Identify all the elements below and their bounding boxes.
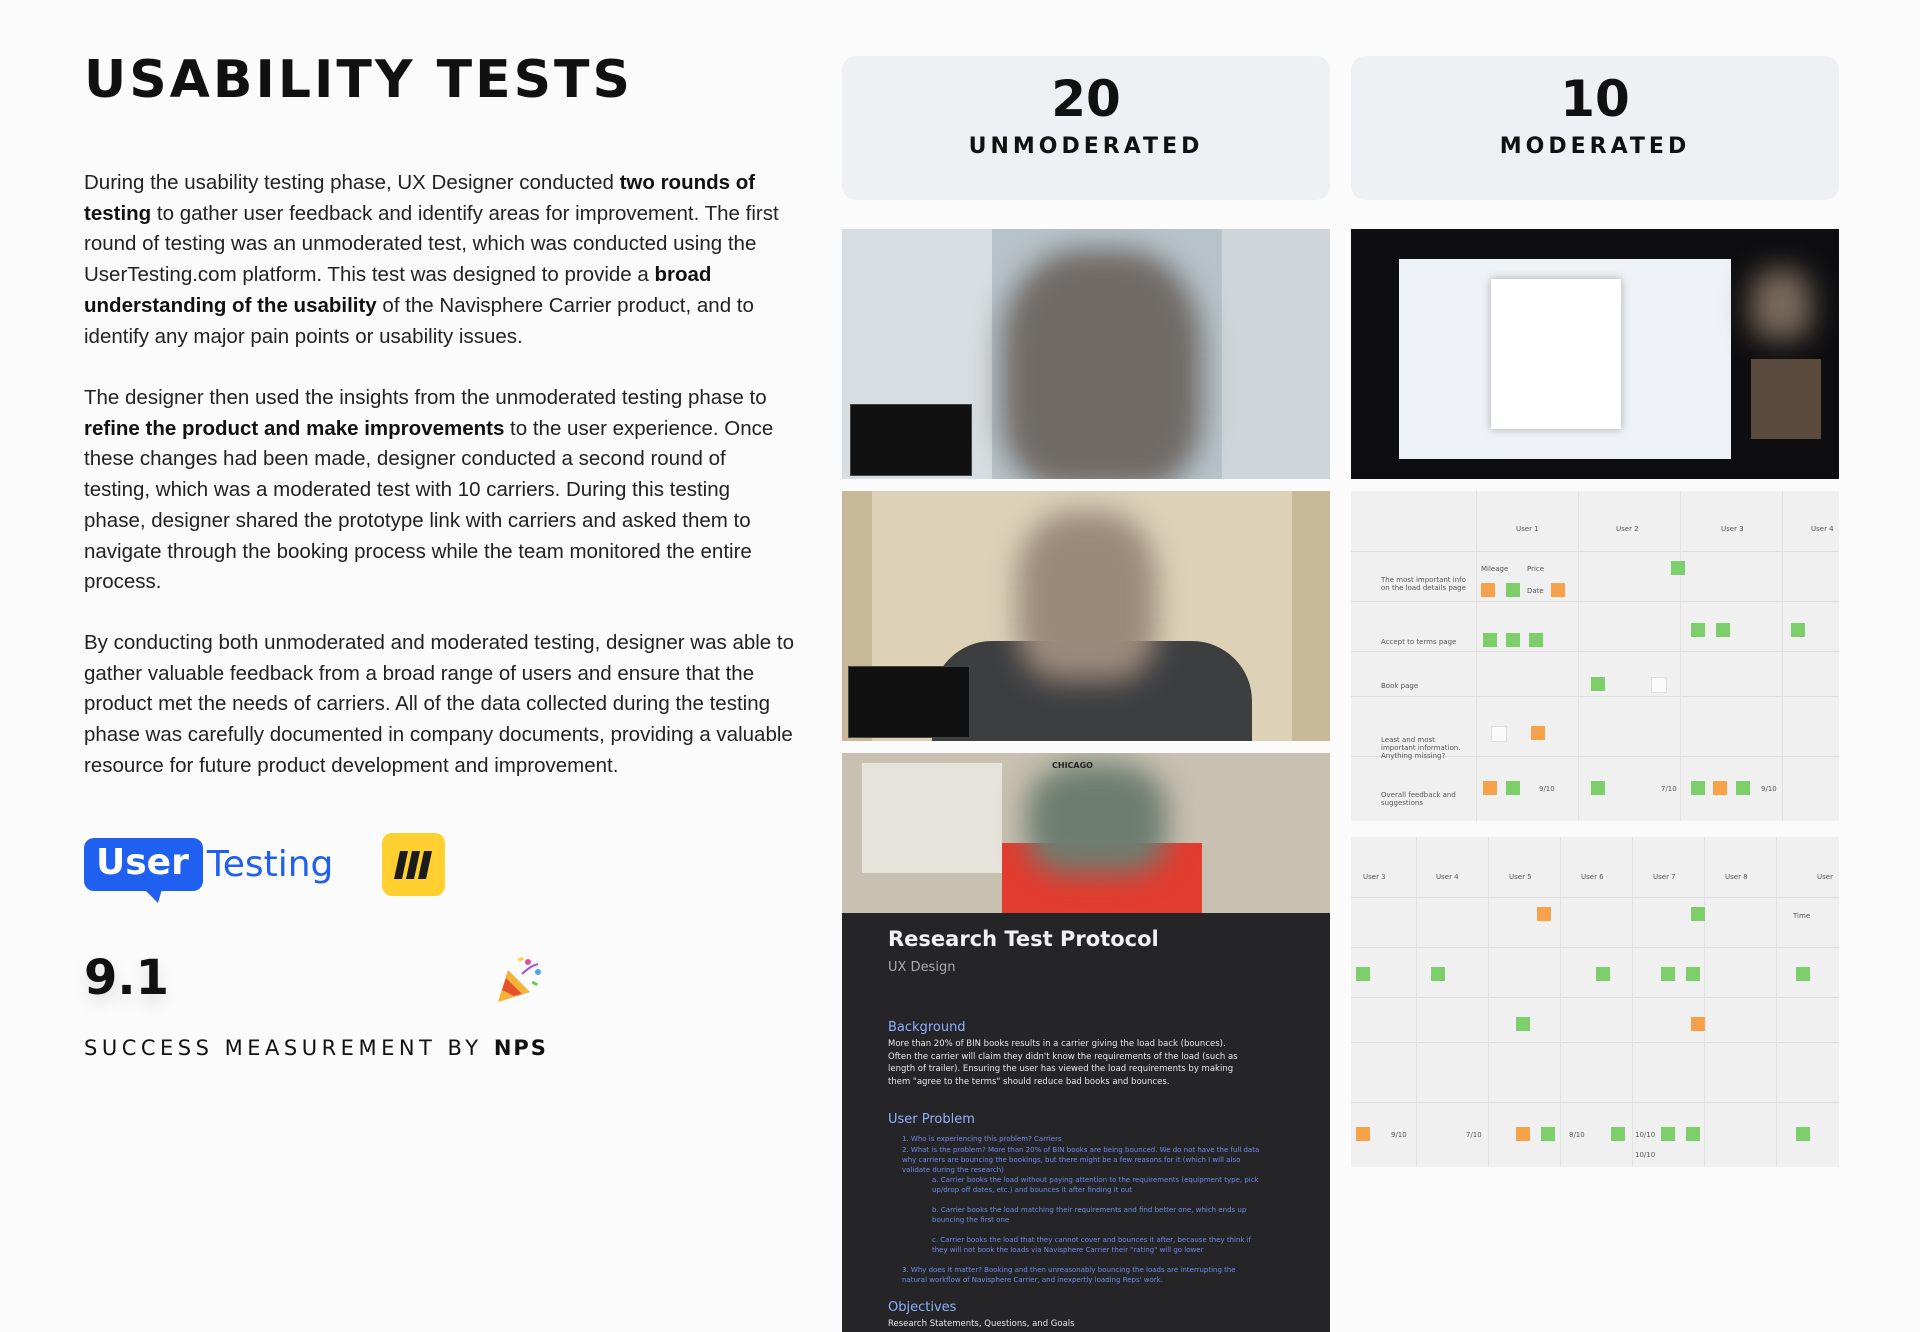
party-popper-icon (492, 952, 548, 1008)
bold-phrase: refine the product and make improvements (84, 416, 505, 440)
page-title: USABILITY TESTS (84, 50, 633, 110)
doc-objectives-heading: Objectives (888, 1300, 957, 1315)
stat-card-unmoderated: 20 UNMODERATED (842, 56, 1330, 200)
cap-text: CHICAGO (1052, 761, 1093, 770)
doc-problem-item: 2. What is the problem? More than 20% of… (902, 1146, 1260, 1174)
doc-subtitle: UX Design (888, 960, 956, 975)
miro-feedback-board-1: User 1 User 2 User 3 User 4 The most imp… (1351, 491, 1839, 821)
doc-problem-item: a. Carrier books the load without paying… (932, 1176, 1259, 1194)
nps-label: SUCCESS MEASUREMENT BY NPS (84, 1036, 548, 1060)
board1-row-1: The most important info on the load deta… (1381, 576, 1466, 592)
text-run: During the usability testing phase, UX D… (84, 171, 620, 194)
board1-score-3: 9/10 (1761, 785, 1777, 793)
moderated-session-screenshot (1351, 229, 1839, 479)
board1-user-3: User 3 (1721, 525, 1744, 533)
board1-note-mileage: Mileage (1481, 565, 1509, 573)
board1-user-1: User 1 (1516, 525, 1539, 533)
nps-label-text: SUCCESS MEASUREMENT BY (84, 1036, 494, 1060)
nps-label-bold: NPS (493, 1036, 548, 1060)
doc-title: Research Test Protocol (888, 927, 1159, 951)
board2-user-3: User 3 (1363, 873, 1386, 881)
board1-row-5: Overall feedback and suggestions (1381, 791, 1456, 807)
doc-problem-heading: User Problem (888, 1112, 975, 1127)
board2-user-7: User 7 (1653, 873, 1676, 881)
board1-user-4: User 4 (1811, 525, 1834, 533)
intro-paragraph-1: During the usability testing phase, UX D… (84, 168, 794, 352)
doc-background-text: More than 20% of BIN books results in a … (888, 1039, 1238, 1087)
screen-share-thumbnail (848, 666, 970, 738)
intro-paragraph-2: The designer then used the insights from… (84, 383, 794, 598)
doc-problem-item: c. Carrier books the load that they cann… (932, 1236, 1252, 1254)
board2-user-6: User 6 (1581, 873, 1604, 881)
stat-value: 10 (1560, 70, 1630, 128)
stat-label: UNMODERATED (968, 134, 1204, 159)
board2-score-4: 10/10 (1635, 1131, 1656, 1139)
stat-card-moderated: 10 MODERATED (1351, 56, 1839, 200)
unmoderated-session-video-2 (842, 491, 1330, 741)
usertesting-logo: User Testing (84, 832, 334, 903)
miro-logo (382, 833, 445, 896)
text-run: to the user experience. Once these chang… (84, 416, 774, 594)
stat-value: 20 (1051, 70, 1121, 128)
board2-user-5: User 5 (1509, 873, 1532, 881)
board2-score-5: 10/10 (1635, 1151, 1656, 1159)
doc-background-heading: Background (888, 1020, 966, 1035)
text-run: The designer then used the insights from… (84, 386, 767, 409)
usertesting-logo-testing: Testing (206, 843, 334, 885)
board1-score-1: 9/10 (1539, 785, 1555, 793)
board2-note-time: Time (1793, 912, 1811, 920)
board1-row-4: Least and most important information. An… (1381, 736, 1461, 760)
nps-score: 9.1 (84, 950, 170, 1006)
doc-problem-item: 3. Why does it matter? Booking and then … (902, 1266, 1236, 1284)
intro-paragraph-3: By conducting both unmoderated and moder… (84, 628, 794, 782)
board2-score-2: 7/10 (1466, 1131, 1482, 1139)
board1-note-price: Price (1527, 565, 1545, 573)
doc-problem-item: 1. Who is experiencing this problem? Car… (902, 1135, 1062, 1143)
board2-user-8: User 8 (1725, 873, 1748, 881)
doc-problem-item: b. Carrier books the load matching their… (932, 1206, 1247, 1224)
board1-user-2: User 2 (1616, 525, 1639, 533)
usertesting-user-text: User (96, 841, 189, 883)
board2-user-4: User 4 (1436, 873, 1459, 881)
board2-score-1: 9/10 (1391, 1131, 1407, 1139)
board1-row-3: Book page (1381, 682, 1419, 690)
stat-label: MODERATED (1499, 134, 1691, 159)
miro-feedback-board-2: User 3 User 4 User 5 User 6 User 7 User … (1351, 837, 1839, 1167)
screen-share-thumbnail (850, 404, 972, 476)
doc-objectives-sub: Research Statements, Questions, and Goal… (888, 1319, 1075, 1329)
usertesting-logo-user: User (84, 837, 203, 903)
board1-note-date: Date (1527, 587, 1544, 595)
unmoderated-session-video-1 (842, 229, 1330, 479)
board1-row-2: Accept to terms page (1381, 638, 1457, 646)
text-run: By conducting both unmoderated and moder… (84, 631, 794, 777)
board2-user-last: User (1817, 873, 1833, 881)
board2-score-3: 8/10 (1569, 1131, 1585, 1139)
board1-score-2: 7/10 (1661, 785, 1677, 793)
